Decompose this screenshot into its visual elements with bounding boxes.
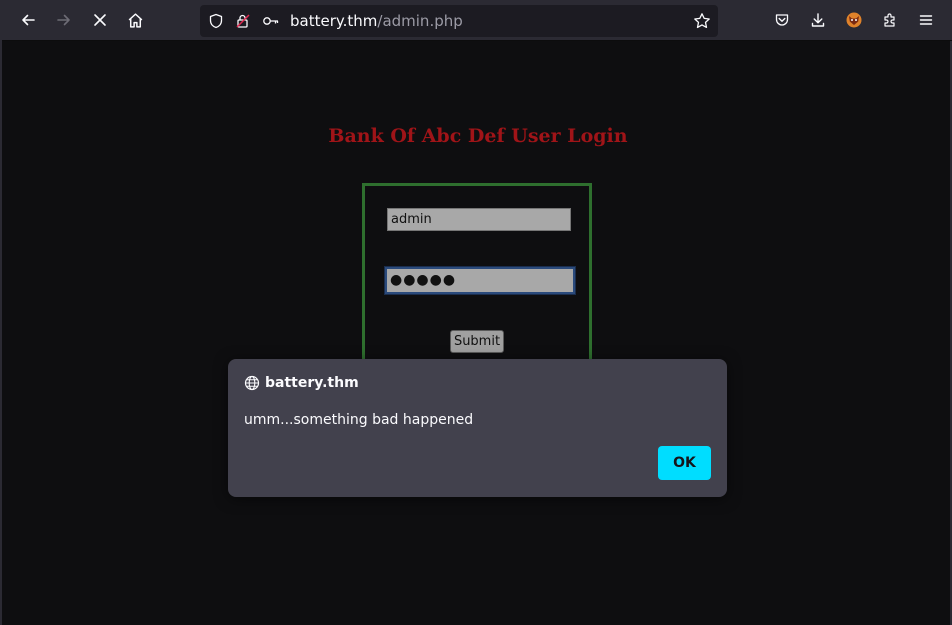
extension-button[interactable] bbox=[840, 6, 868, 34]
dialog-origin: battery.thm bbox=[244, 375, 359, 391]
download-icon bbox=[811, 13, 825, 27]
pocket-button[interactable] bbox=[768, 6, 796, 34]
url-bar[interactable]: battery.thm/admin.php bbox=[200, 5, 718, 37]
permissions-icon[interactable] bbox=[234, 12, 252, 30]
login-form: admin ●●●●● Submit bbox=[362, 183, 592, 363]
downloads-button[interactable] bbox=[804, 6, 832, 34]
extensions-button[interactable] bbox=[876, 6, 904, 34]
browser-toolbar: battery.thm/admin.php bbox=[2, 0, 952, 41]
dialog-message: umm...something bad happened bbox=[244, 412, 474, 428]
username-input[interactable]: admin bbox=[387, 208, 571, 231]
page-title: Bank Of Abc Def User Login bbox=[328, 125, 628, 147]
forward-button[interactable] bbox=[50, 6, 78, 34]
globe-icon bbox=[244, 375, 260, 391]
url-text[interactable]: battery.thm/admin.php bbox=[290, 12, 463, 30]
dialog-origin-text: battery.thm bbox=[265, 375, 359, 391]
password-input[interactable]: ●●●●● bbox=[385, 267, 575, 294]
bookmark-star-icon[interactable] bbox=[693, 12, 711, 30]
puzzle-icon bbox=[884, 13, 895, 27]
pocket-icon bbox=[775, 14, 789, 26]
extension-fox-icon bbox=[846, 12, 862, 28]
shield-icon[interactable] bbox=[207, 12, 225, 30]
forward-arrow-icon bbox=[57, 14, 70, 26]
home-icon bbox=[128, 12, 142, 28]
hamburger-menu-icon bbox=[919, 15, 933, 25]
back-arrow-icon bbox=[22, 14, 35, 26]
url-host: battery.thm bbox=[290, 12, 378, 30]
stop-button[interactable] bbox=[86, 6, 114, 34]
ok-button[interactable]: OK bbox=[658, 446, 711, 480]
stop-loading-icon bbox=[94, 14, 106, 26]
back-button[interactable] bbox=[14, 6, 42, 34]
app-menu-button[interactable] bbox=[912, 6, 940, 34]
url-path: /admin.php bbox=[377, 12, 463, 30]
home-button[interactable] bbox=[121, 6, 149, 34]
key-icon[interactable] bbox=[262, 12, 280, 30]
alert-dialog: battery.thm umm...something bad happened… bbox=[228, 359, 727, 497]
submit-button[interactable]: Submit bbox=[450, 330, 504, 353]
browser-window: battery.thm/admin.php Bank Of Abc Def Us… bbox=[0, 0, 952, 625]
